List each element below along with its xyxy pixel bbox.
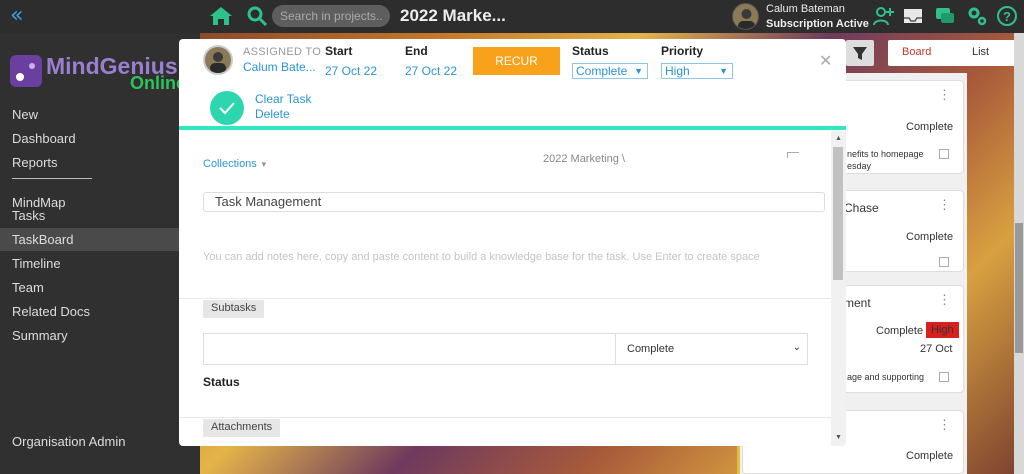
collections-dropdown[interactable]: Collections ▼ xyxy=(203,158,268,170)
subscription-status: Subscription Active xyxy=(766,18,869,30)
card-status: Complete xyxy=(906,450,954,462)
start-label: Start xyxy=(325,44,353,58)
priority-badge: High xyxy=(926,322,959,338)
status-select-value: Complete xyxy=(576,64,628,78)
subtasks-label: Subtasks xyxy=(203,300,265,318)
assignee-avatar[interactable] xyxy=(203,45,233,75)
card-menu-icon[interactable]: ⋮ xyxy=(938,87,951,103)
top-bar: « 2022 Marke... Calum Bateman Subscripti… xyxy=(0,0,1024,33)
subtask-status-select[interactable]: Complete ⌄ xyxy=(615,333,808,365)
priority-select-value: High xyxy=(665,64,690,78)
clear-task-link[interactable]: Clear Task xyxy=(255,92,311,106)
start-date[interactable]: 27 Oct 22 xyxy=(325,64,377,78)
filter-icon xyxy=(853,47,867,60)
status-label: Status xyxy=(572,44,609,58)
add-user-icon[interactable] xyxy=(872,5,894,27)
inbox-icon[interactable] xyxy=(902,5,924,27)
tab-list[interactable]: List xyxy=(972,46,989,58)
card-description: age and supporting xyxy=(847,372,925,382)
logo-subtext: Online xyxy=(130,73,187,93)
card-menu-icon[interactable]: ⋮ xyxy=(938,292,951,308)
delete-task-link[interactable]: Delete xyxy=(255,107,290,121)
sidebar: MindGenius Online New Dashboard Reports … xyxy=(0,33,200,474)
sidebar-item-reports[interactable]: Reports xyxy=(0,151,200,174)
open-external-icon[interactable] xyxy=(939,372,949,382)
settings-icon[interactable] xyxy=(966,5,988,27)
status-select[interactable]: Complete ▼ xyxy=(572,63,648,79)
search-input[interactable] xyxy=(272,5,390,27)
sidebar-item-taskboard[interactable]: TaskBoard xyxy=(0,228,200,251)
user-avatar[interactable] xyxy=(732,3,759,30)
section-divider xyxy=(179,298,831,299)
open-external-icon[interactable] xyxy=(939,257,949,267)
help-icon[interactable]: ? xyxy=(996,5,1018,27)
subtask-status-value: Complete xyxy=(627,343,675,355)
assigned-to-label: ASSIGNED TO xyxy=(243,46,322,58)
card-due-date: 27 Oct xyxy=(920,343,953,355)
chat-icon[interactable] xyxy=(934,5,956,27)
collapse-sidebar-icon[interactable]: « xyxy=(10,3,23,28)
sidebar-item-related-docs[interactable]: Related Docs xyxy=(0,300,200,323)
task-title-input[interactable]: Task Management xyxy=(203,192,825,212)
collections-label: Collections xyxy=(203,158,257,170)
task-detail-modal: ASSIGNED TO Calum Bate... Start 27 Oct 2… xyxy=(179,39,846,446)
sidebar-item-dashboard[interactable]: Dashboard xyxy=(0,127,200,150)
scroll-down-icon[interactable]: ▼ xyxy=(835,434,842,441)
priority-label: Priority xyxy=(661,44,704,58)
expand-icon[interactable] xyxy=(787,152,799,158)
priority-select[interactable]: High ▼ xyxy=(661,63,733,79)
recur-button[interactable]: RECUR xyxy=(473,47,560,75)
checkmark-icon xyxy=(219,102,235,115)
card-title: ment xyxy=(844,296,871,310)
sidebar-divider xyxy=(12,178,92,179)
sidebar-item-summary[interactable]: Summary xyxy=(0,324,200,347)
attachments-label: Attachments xyxy=(203,419,281,437)
chevron-down-icon: ▼ xyxy=(634,66,643,76)
sidebar-item-tasks[interactable]: Tasks xyxy=(0,204,200,227)
mindgenius-logo[interactable]: MindGenius Online xyxy=(10,53,200,93)
page-scrollbar[interactable] xyxy=(1014,33,1024,474)
card-status: Complete xyxy=(906,121,954,133)
card-title: Chase xyxy=(844,201,879,215)
section-divider xyxy=(179,417,831,418)
task-path: 2022 Marketing \ xyxy=(543,153,625,165)
close-icon[interactable]: ✕ xyxy=(819,51,832,71)
scroll-up-icon[interactable]: ▲ xyxy=(835,135,842,142)
subtask-input[interactable] xyxy=(203,333,616,365)
svg-text:?: ? xyxy=(1003,9,1011,24)
view-tabs: Board List xyxy=(888,40,1016,66)
card-status: Complete xyxy=(876,325,924,337)
filter-button[interactable] xyxy=(846,40,874,66)
card-menu-icon[interactable]: ⋮ xyxy=(938,417,951,433)
card-menu-icon[interactable]: ⋮ xyxy=(938,197,951,213)
logo-mark xyxy=(10,55,42,87)
header-divider xyxy=(179,126,846,130)
end-label: End xyxy=(405,44,428,58)
project-title: 2022 Marke... xyxy=(400,6,506,25)
sidebar-item-timeline[interactable]: Timeline xyxy=(0,252,200,275)
notes-editor[interactable]: You can add notes here, copy and paste c… xyxy=(203,251,760,263)
user-name: Calum Bateman xyxy=(766,3,845,15)
card-description: esday xyxy=(847,161,872,171)
sidebar-item-new[interactable]: New xyxy=(0,103,200,126)
status-heading: Status xyxy=(203,375,240,389)
modal-scrollbar-thumb[interactable] xyxy=(833,147,843,280)
sidebar-item-team[interactable]: Team xyxy=(0,276,200,299)
card-status: Complete xyxy=(906,231,954,243)
assignee-name[interactable]: Calum Bate... xyxy=(243,60,316,74)
sidebar-item-organisation-admin[interactable]: Organisation Admin xyxy=(0,430,200,453)
search-icon[interactable] xyxy=(246,5,268,27)
end-date[interactable]: 27 Oct 22 xyxy=(405,64,457,78)
complete-check-button[interactable] xyxy=(210,91,244,125)
chevron-down-icon: ▼ xyxy=(719,66,728,76)
open-external-icon[interactable] xyxy=(939,149,949,159)
chevron-down-icon: ▼ xyxy=(259,160,268,169)
card-description: nefits to homepage xyxy=(847,149,924,159)
page-scrollbar-thumb[interactable] xyxy=(1015,223,1023,353)
tab-board[interactable]: Board xyxy=(902,46,931,58)
chevron-down-icon: ⌄ xyxy=(792,342,801,353)
home-icon[interactable] xyxy=(208,4,234,28)
